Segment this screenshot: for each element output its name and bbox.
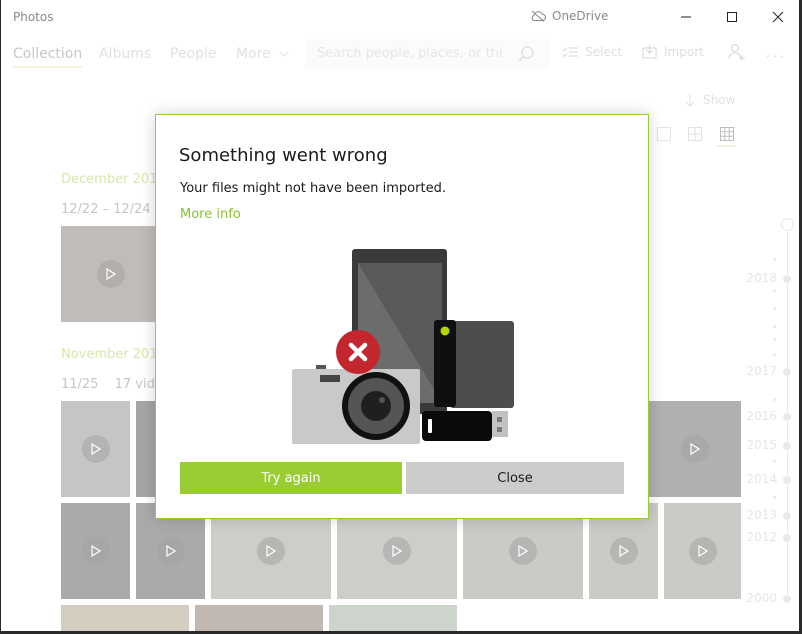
timeline-tick	[773, 325, 776, 328]
timeline-year[interactable]: 2012	[741, 530, 777, 544]
timeline-year-dot	[783, 368, 791, 376]
timeline-year-dot	[783, 275, 791, 283]
timeline-year[interactable]: 2016	[741, 409, 777, 423]
timeline-tick	[773, 258, 776, 261]
dialog-message: Your files might not have been imported.	[180, 181, 446, 196]
import-failed-illustration	[292, 249, 514, 444]
timeline-year-dot	[783, 534, 791, 542]
timeline-year-dot	[783, 595, 791, 603]
timeline-year[interactable]: 2014	[741, 472, 777, 486]
more-info-link[interactable]: More info	[180, 207, 241, 222]
timeline-year[interactable]: 2015	[741, 438, 777, 452]
timeline-year[interactable]: 2018	[741, 271, 777, 285]
timeline-tick	[773, 307, 776, 310]
camera-icon	[292, 365, 420, 444]
timeline-tick	[773, 289, 776, 292]
timeline-year-dot	[783, 476, 791, 484]
error-dialog: Something went wrong Your files might no…	[155, 114, 649, 519]
timeline-tick	[773, 398, 776, 401]
timeline-year-dot	[783, 413, 791, 421]
timeline-tick	[773, 496, 776, 499]
timeline-year[interactable]: 2000	[741, 591, 777, 605]
timeline-top-handle[interactable]	[781, 218, 794, 231]
timeline-tick	[773, 353, 776, 356]
dialog-title: Something went wrong	[179, 145, 388, 166]
error-x-icon	[336, 330, 380, 374]
timeline-tick	[773, 338, 776, 341]
photos-window: Photos OneDrive Collection Albums People…	[1, 0, 799, 631]
timeline-year[interactable]: 2017	[741, 364, 777, 378]
try-again-button[interactable]: Try again	[180, 462, 402, 494]
timeline-year-dot	[783, 442, 791, 450]
usb-drive-icon	[422, 411, 508, 441]
timeline-tick	[773, 460, 776, 463]
close-button[interactable]: Close	[406, 462, 624, 494]
timeline-year-dot	[783, 512, 791, 520]
external-drive-icon	[434, 320, 514, 408]
timeline-year[interactable]: 2013	[741, 508, 777, 522]
